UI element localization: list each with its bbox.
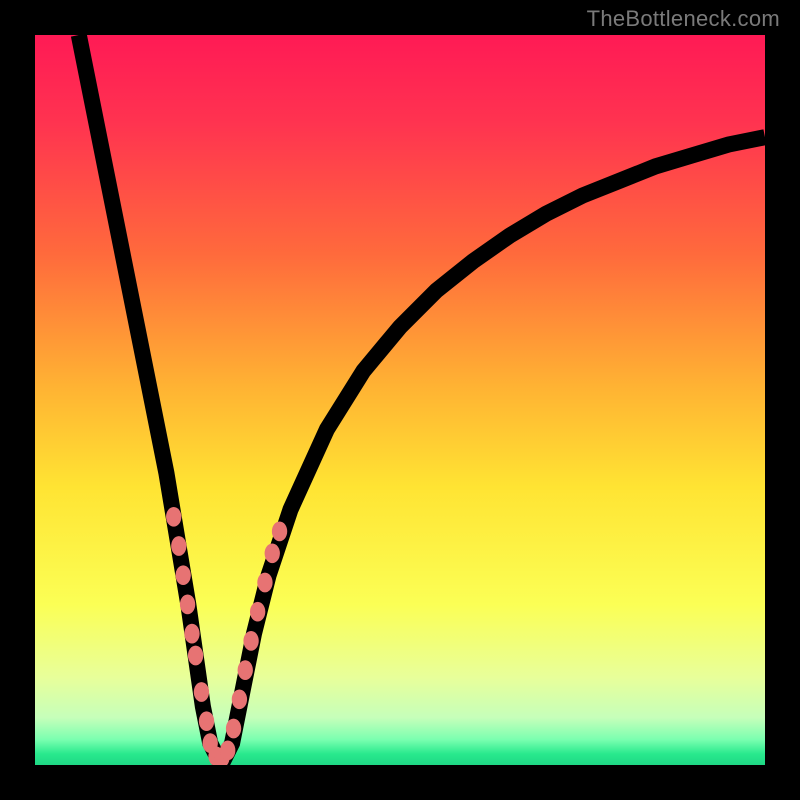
- plot-area: [35, 35, 765, 765]
- marker-point: [232, 689, 247, 709]
- marker-point: [272, 522, 287, 542]
- marker-point: [171, 536, 186, 556]
- marker-point: [184, 624, 199, 644]
- marker-point: [226, 719, 241, 739]
- marker-point: [250, 602, 265, 622]
- marker-point: [243, 631, 258, 651]
- bottleneck-curve: [79, 35, 765, 758]
- marker-point: [194, 682, 209, 702]
- marker-point: [176, 565, 191, 585]
- marker-group: [166, 507, 287, 765]
- marker-point: [180, 595, 195, 615]
- marker-point: [257, 573, 272, 593]
- marker-point: [188, 646, 203, 666]
- marker-point: [199, 711, 214, 731]
- marker-point: [238, 660, 253, 680]
- marker-point: [265, 543, 280, 563]
- marker-point: [220, 741, 235, 761]
- curve-layer: [35, 35, 765, 765]
- chart-frame: TheBottleneck.com: [0, 0, 800, 800]
- marker-point: [166, 507, 181, 527]
- watermark-text: TheBottleneck.com: [587, 6, 780, 32]
